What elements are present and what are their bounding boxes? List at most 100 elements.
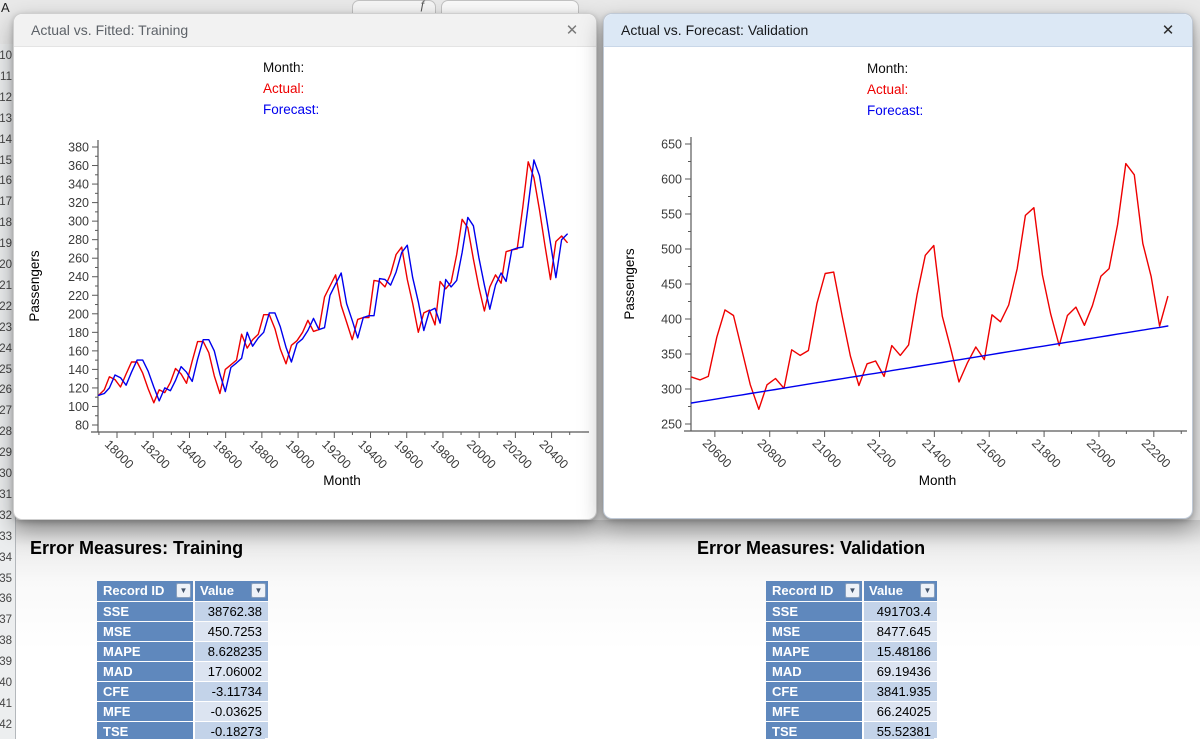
close-icon[interactable]: ✕	[1157, 14, 1179, 47]
filter-dropdown-icon[interactable]: ▼	[251, 583, 266, 598]
svg-text:350: 350	[661, 348, 682, 362]
legend-month-label: Month:	[263, 60, 305, 75]
row-number: 16	[0, 175, 12, 188]
record-id-cell[interactable]: SSE	[97, 602, 193, 621]
value-cell[interactable]: 8.628235	[195, 642, 268, 661]
record-id-cell[interactable]: TSE	[97, 722, 193, 739]
value-cell[interactable]: 69.19436	[864, 662, 937, 681]
value-cell[interactable]: -0.18273	[195, 722, 270, 739]
value-cell[interactable]: 3841.935	[864, 682, 937, 701]
svg-text:18800: 18800	[247, 437, 282, 472]
table-row: CFE -3.11734	[97, 682, 268, 701]
svg-text:19400: 19400	[355, 437, 390, 472]
record-id-cell[interactable]: SSE	[766, 602, 862, 621]
svg-text:18200: 18200	[138, 437, 173, 472]
row-number: 35	[0, 572, 12, 585]
record-id-cell[interactable]: MAPE	[97, 642, 193, 661]
column-header-value[interactable]: Value ▼	[195, 581, 268, 601]
svg-text:220: 220	[68, 289, 89, 303]
table-row: MAD 69.19436	[766, 662, 937, 681]
value-cell[interactable]: 491703.4	[864, 602, 937, 621]
row-number: 30	[0, 468, 12, 480]
row-number: 40	[0, 677, 12, 689]
row-number: 15	[0, 154, 12, 167]
chart-hover-legend: Month: Actual: Forecast:	[867, 58, 923, 121]
record-id-cell[interactable]: MSE	[97, 622, 193, 641]
row-number: 11	[0, 70, 12, 83]
svg-text:Passengers: Passengers	[27, 250, 42, 322]
close-icon[interactable]: ✕	[561, 14, 583, 47]
row-number: 12	[0, 91, 12, 104]
svg-text:18000: 18000	[102, 437, 137, 472]
record-id-cell[interactable]: TSE	[766, 722, 862, 739]
filter-dropdown-icon[interactable]: ▼	[845, 583, 860, 598]
svg-text:21200: 21200	[864, 436, 899, 471]
value-cell[interactable]: -0.03625	[195, 702, 268, 721]
clipped-cell-text: A	[1, 0, 10, 15]
legend-actual-label: Actual:	[263, 81, 305, 96]
value-cell[interactable]: 8477.645	[864, 622, 937, 641]
record-id-cell[interactable]: CFE	[97, 682, 193, 701]
svg-text:160: 160	[68, 344, 89, 358]
svg-text:19000: 19000	[283, 437, 318, 472]
row-number: 37	[0, 614, 12, 627]
row-number: 26	[0, 384, 12, 397]
row-number: 23	[0, 321, 12, 334]
row-number: 18	[0, 217, 12, 230]
svg-text:280: 280	[68, 233, 89, 247]
svg-text:Month: Month	[919, 473, 957, 488]
filter-dropdown-icon[interactable]: ▼	[920, 583, 935, 598]
table-row: MFE -0.03625	[97, 702, 268, 721]
svg-text:320: 320	[68, 196, 89, 210]
record-id-cell[interactable]: CFE	[766, 682, 862, 701]
value-cell[interactable]: 450.7253	[195, 622, 268, 641]
svg-text:20200: 20200	[500, 437, 535, 472]
row-number: 42	[0, 718, 12, 731]
column-header-value[interactable]: Value ▼	[864, 581, 937, 601]
row-number: 34	[0, 551, 12, 564]
row-number: 38	[0, 635, 12, 648]
background-window-edge	[441, 0, 579, 14]
svg-text:600: 600	[661, 173, 682, 187]
legend-forecast-label: Forecast:	[867, 103, 924, 118]
record-id-cell[interactable]: MAD	[766, 662, 862, 681]
svg-text:22000: 22000	[1084, 436, 1119, 471]
section-heading-training: Error Measures: Training	[30, 538, 244, 558]
value-cell[interactable]: 55.52381	[864, 722, 939, 739]
record-id-cell[interactable]: MAPE	[766, 642, 862, 661]
svg-text:21400: 21400	[919, 436, 954, 471]
column-header-record-id[interactable]: Record ID ▼	[766, 581, 862, 601]
svg-text:450: 450	[661, 278, 682, 292]
svg-text:18400: 18400	[174, 437, 209, 472]
value-cell[interactable]: 15.48186	[864, 642, 937, 661]
dialog-titlebar[interactable]: Actual vs. Forecast: Validation ✕	[604, 14, 1192, 47]
record-id-cell[interactable]: MFE	[97, 702, 193, 721]
table-row: MSE 450.7253	[97, 622, 268, 641]
legend-month-label: Month:	[867, 61, 909, 76]
value-cell[interactable]: 38762.38	[195, 602, 268, 621]
record-id-cell[interactable]: MSE	[766, 622, 862, 641]
record-id-cell[interactable]: MFE	[766, 702, 862, 721]
value-cell[interactable]: 17.06002	[195, 662, 268, 681]
svg-text:21600: 21600	[974, 436, 1009, 471]
dialog-title: Actual vs. Forecast: Validation	[621, 22, 809, 38]
row-number: 32	[0, 509, 12, 522]
column-header-record-id[interactable]: Record ID ▼	[97, 581, 193, 601]
value-cell[interactable]: -3.11734	[195, 682, 268, 701]
svg-text:650: 650	[661, 138, 682, 152]
record-id-cell[interactable]: MAD	[97, 662, 193, 681]
svg-text:20800: 20800	[755, 436, 790, 471]
row-number: 39	[0, 656, 12, 669]
row-number: 28	[0, 426, 12, 439]
filter-dropdown-icon[interactable]: ▼	[176, 583, 191, 598]
table-row: TSE 55.52381	[766, 722, 939, 739]
fx-icon: ƒ	[419, 0, 426, 12]
value-cell[interactable]: 66.24025	[864, 702, 937, 721]
svg-text:19200: 19200	[319, 437, 354, 472]
svg-text:500: 500	[661, 243, 682, 257]
dialog-titlebar[interactable]: Actual vs. Fitted: Training ✕	[14, 14, 596, 47]
dialog-validation-chart: Actual vs. Forecast: Validation ✕ Month:…	[603, 13, 1193, 519]
section-heading-validation: Error Measures: Validation	[697, 538, 926, 558]
row-number: 13	[0, 112, 12, 125]
row-number: 19	[0, 238, 12, 251]
